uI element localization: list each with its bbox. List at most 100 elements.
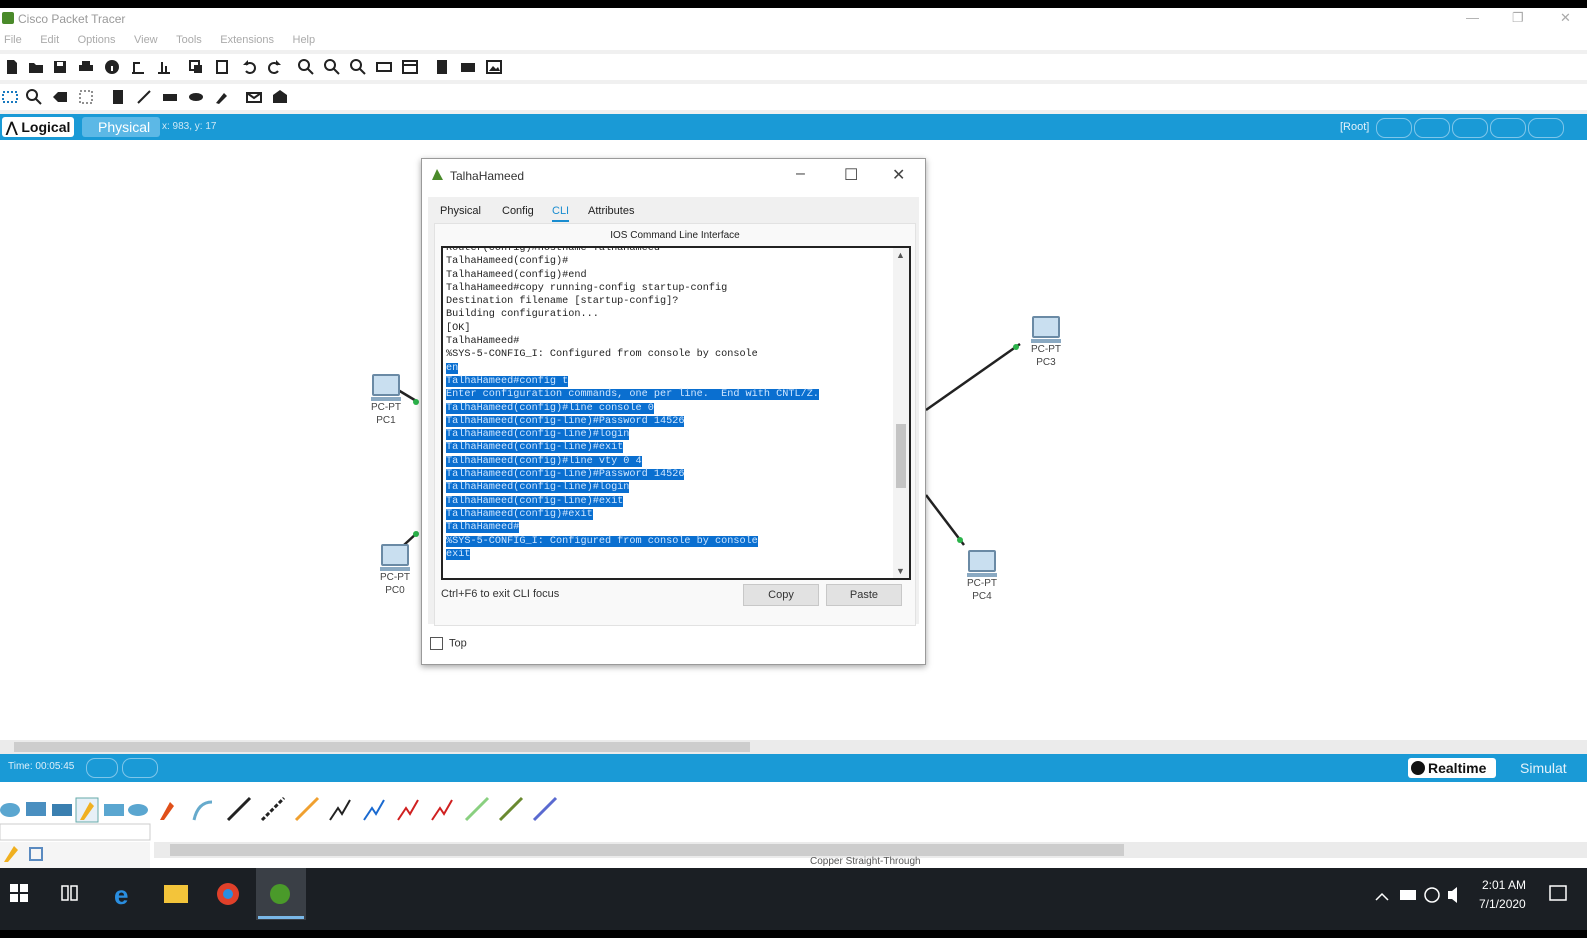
menu-tools[interactable]: Tools — [176, 30, 202, 50]
file-explorer-icon[interactable] — [164, 885, 188, 903]
undo-icon[interactable] — [242, 59, 258, 75]
cli-terminal[interactable]: Router(config)#hostname TalhaHameed Talha… — [441, 246, 911, 580]
paste-icon[interactable] — [214, 59, 230, 75]
device-pc4[interactable]: PC-PT PC4 — [962, 550, 1002, 603]
activity-wizard-icon[interactable] — [156, 59, 172, 75]
device-template-icon[interactable] — [434, 59, 450, 75]
network-globe-icon[interactable] — [1424, 887, 1440, 903]
simulation-mode-button[interactable]: Simulat — [1500, 758, 1587, 778]
fiber-icon[interactable] — [294, 796, 320, 822]
tab-attributes[interactable]: Attributes — [588, 205, 634, 217]
dialog-minimize-button[interactable]: – — [796, 165, 805, 183]
set-background-button[interactable] — [1490, 118, 1526, 138]
keyboard-icon[interactable] — [460, 59, 476, 75]
edge-browser-icon[interactable]: e — [114, 880, 128, 910]
device-pc3[interactable]: PC-PT PC3 — [1026, 316, 1066, 369]
print-icon[interactable] — [78, 59, 94, 75]
scroll-down-icon[interactable]: ▼ — [896, 566, 905, 576]
clock-button[interactable] — [1528, 118, 1564, 138]
notification-center-icon[interactable] — [1549, 885, 1567, 901]
restore-button[interactable]: ❐ — [1512, 10, 1524, 26]
serial-dte-icon[interactable] — [431, 799, 453, 821]
show-hidden-icons-icon[interactable] — [1375, 892, 1389, 901]
coaxial-cable-icon[interactable] — [363, 799, 385, 821]
octal-cable-icon[interactable] — [464, 796, 490, 822]
info-icon[interactable] — [104, 59, 120, 75]
link-pc3[interactable] — [925, 342, 1021, 412]
zoom-reset-icon[interactable] — [324, 59, 340, 75]
dialog-maximize-button[interactable]: ☐ — [844, 165, 858, 185]
ellipse-draw-icon[interactable] — [188, 89, 204, 105]
image-icon[interactable] — [486, 59, 502, 75]
resize-shape-icon[interactable] — [78, 89, 94, 105]
tab-cli[interactable]: CLI — [552, 205, 570, 222]
battery-icon[interactable] — [1400, 890, 1416, 900]
realtime-mode-button[interactable]: Realtime — [1408, 758, 1496, 778]
menu-options[interactable]: Options — [78, 30, 116, 50]
device-pc0[interactable]: PC-PT PC0 — [375, 544, 415, 597]
power-cycle-button[interactable] — [86, 758, 118, 778]
windows-start-icon[interactable] — [10, 884, 28, 902]
copy-icon[interactable] — [188, 59, 204, 75]
minimize-button[interactable]: — — [1466, 10, 1479, 25]
rectangle-draw-icon[interactable] — [162, 89, 178, 105]
zoom-out-icon[interactable] — [350, 59, 366, 75]
tab-config[interactable]: Config — [502, 205, 534, 217]
menu-file[interactable]: File — [4, 30, 22, 50]
root-breadcrumb[interactable]: [Root] — [1340, 121, 1369, 133]
top-checkbox[interactable] — [430, 637, 443, 650]
tab-physical-device[interactable]: Physical — [440, 205, 481, 217]
usb-cable-icon[interactable] — [532, 796, 558, 822]
menu-view[interactable]: View — [134, 30, 158, 50]
tab-physical[interactable]: Physical — [82, 117, 160, 137]
device-scrollbar-thumb[interactable] — [170, 844, 1124, 856]
paste-button[interactable]: Paste — [826, 584, 902, 606]
complex-pdu-icon[interactable] — [272, 89, 288, 105]
auto-connection-icon[interactable] — [160, 802, 174, 820]
taskbar-clock-time[interactable]: 2:01 AM — [1482, 878, 1526, 892]
redo-icon[interactable] — [266, 59, 282, 75]
workspace-horizontal-scrollbar[interactable] — [0, 740, 1587, 754]
terminal-scrollbar[interactable]: ▲ ▼ — [893, 248, 909, 578]
end-devices-category-icon[interactable] — [104, 804, 124, 816]
network-wizard-icon[interactable] — [130, 59, 146, 75]
menu-extensions[interactable]: Extensions — [220, 30, 274, 50]
task-view-icon[interactable] — [61, 885, 78, 901]
drawing-palette-icon[interactable] — [376, 59, 392, 75]
hub-category-icon[interactable] — [52, 804, 72, 816]
fast-forward-button[interactable] — [122, 758, 158, 778]
scroll-up-icon[interactable]: ▲ — [896, 250, 905, 260]
phone-cable-icon[interactable] — [329, 799, 351, 821]
dialog-close-button[interactable]: ✕ — [892, 165, 905, 185]
move-object-button[interactable] — [1452, 118, 1488, 138]
inspect-icon[interactable] — [26, 89, 42, 105]
top-checkbox-row[interactable]: Top — [430, 637, 467, 650]
device-search-field[interactable] — [0, 823, 151, 841]
freeform-draw-icon[interactable] — [214, 89, 230, 105]
terminal-output[interactable]: Router(config)#hostname TalhaHameed Talha… — [446, 248, 886, 561]
terminal-scroll-thumb[interactable] — [896, 424, 906, 488]
device-pc1[interactable]: PC-PT PC1 — [366, 374, 406, 427]
taskbar-clock-date[interactable]: 7/1/2020 — [1479, 897, 1526, 911]
menu-edit[interactable]: Edit — [40, 30, 59, 50]
menu-help[interactable]: Help — [293, 30, 316, 50]
scrollbar-thumb[interactable] — [14, 742, 750, 752]
serial-dce-icon[interactable] — [397, 799, 419, 821]
new-file-icon[interactable] — [4, 59, 20, 75]
save-icon[interactable] — [52, 59, 68, 75]
router-category-icon[interactable] — [0, 803, 20, 817]
tab-logical[interactable]: ⋀ Logical — [2, 117, 74, 137]
add-pdu-icon[interactable] — [246, 89, 262, 105]
new-cluster-button[interactable] — [1376, 118, 1412, 138]
line-draw-icon[interactable] — [136, 89, 152, 105]
copy-button[interactable]: Copy — [743, 584, 819, 606]
console-cable-icon[interactable] — [192, 800, 213, 821]
delete-icon[interactable] — [52, 89, 68, 105]
zoom-in-icon[interactable] — [298, 59, 314, 75]
link-pc4[interactable] — [925, 494, 965, 546]
close-button[interactable]: ✕ — [1560, 10, 1571, 26]
iot-custom-cable-icon[interactable] — [498, 796, 524, 822]
volume-icon[interactable] — [1448, 887, 1457, 903]
copper-straight-through-icon[interactable] — [226, 796, 252, 822]
note-icon[interactable] — [110, 89, 126, 105]
